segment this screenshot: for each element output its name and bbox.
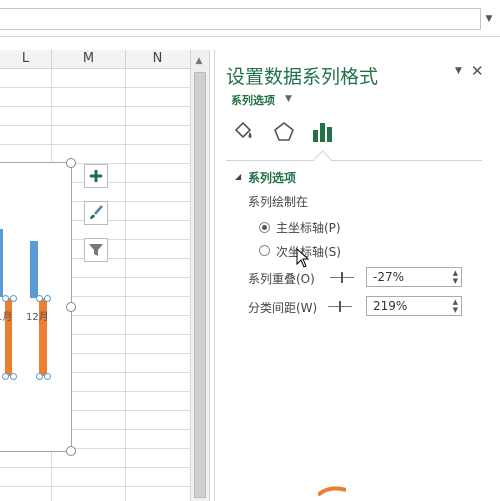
formula-input[interactable] [0,8,481,30]
chart-resize-handle[interactable] [66,302,76,312]
close-icon[interactable]: ✕ [471,62,484,80]
pentagon-icon [274,121,294,141]
spin-down-icon[interactable]: ▼ [453,278,458,285]
paint-bucket-icon [234,121,252,139]
tab-divider [226,160,482,161]
series-overlap-value[interactable]: -27% [373,270,404,284]
selection-handle[interactable] [2,373,9,380]
gap-width-value[interactable]: 219% [373,299,407,313]
tab-effects[interactable] [271,118,297,146]
series-overlap-slider[interactable] [330,272,354,283]
bar-blue-series[interactable] [0,229,3,297]
formula-expand-icon[interactable]: ▼ [481,9,497,29]
brush-icon [90,205,103,219]
selection-handle[interactable] [10,295,17,302]
spin-up-icon[interactable]: ▲ [453,299,458,306]
column-header-n[interactable]: N [126,50,189,68]
plot-series-on-label: 系列绘制在 [248,195,309,209]
radio-selected-dot [262,225,267,230]
pane-options-icon[interactable]: ▼ [455,66,462,76]
column-label: L [21,51,30,66]
chart-resize-handle[interactable] [66,158,76,168]
column-label: M [82,51,95,66]
chart-resize-handle[interactable] [66,446,76,456]
column-header-l[interactable]: L [0,50,52,68]
series-overlap-spinner[interactable]: -27% ▲ ▼ [366,267,462,287]
gap-width-label: 分类间距(W) [248,301,318,315]
primary-axis-label[interactable]: 主坐标轴(P) [276,219,341,236]
plus-icon [90,170,102,182]
add-chart-element-button[interactable] [84,164,108,188]
pane-title: 设置数据系列格式 [226,66,379,88]
tab-series-options[interactable] [310,118,336,146]
bar-chart-icon [313,123,332,142]
selection-handle[interactable] [36,295,43,302]
gap-width-spinner[interactable]: 219% ▲ ▼ [366,296,462,316]
section-title[interactable]: 系列选项 [248,169,296,186]
decorative-mark [318,486,346,496]
secondary-axis-radio[interactable] [259,245,270,256]
x-tick-label: 12月 [26,312,49,323]
bar-blue-series[interactable] [30,241,38,298]
selection-handle[interactable] [2,295,9,302]
column-header-m[interactable]: M [52,50,126,68]
filter-icon [89,244,103,256]
collapse-triangle-icon[interactable]: ◢ [235,172,241,181]
primary-axis-radio[interactable] [259,222,270,233]
slider-knob[interactable] [341,272,343,283]
series-options-dropdown[interactable]: 系列选项 [231,92,275,108]
tab-fill-line[interactable] [230,118,256,146]
spin-down-icon[interactable]: ▼ [453,307,458,314]
scroll-up-icon[interactable]: ▲ [193,56,205,66]
scrollbar-thumb[interactable] [194,72,206,498]
slider-knob[interactable] [339,301,341,312]
chart-styles-button[interactable] [84,201,108,225]
gap-width-slider[interactable] [328,301,352,312]
column-label: N [152,51,163,66]
selection-handle[interactable] [44,373,51,380]
chart-area[interactable]: 1月 12月 [0,158,76,456]
spin-up-icon[interactable]: ▲ [453,270,458,277]
mouse-cursor-icon [296,248,310,268]
chevron-down-icon[interactable]: ▼ [285,94,292,104]
selection-handle[interactable] [10,373,17,380]
chart-filters-button[interactable] [84,238,108,262]
series-overlap-label: 系列重叠(O) [248,272,315,286]
selection-handle[interactable] [44,295,51,302]
selection-handle[interactable] [36,373,43,380]
column-headers: L M N [0,50,190,69]
x-tick-label: 1月 [0,312,13,323]
